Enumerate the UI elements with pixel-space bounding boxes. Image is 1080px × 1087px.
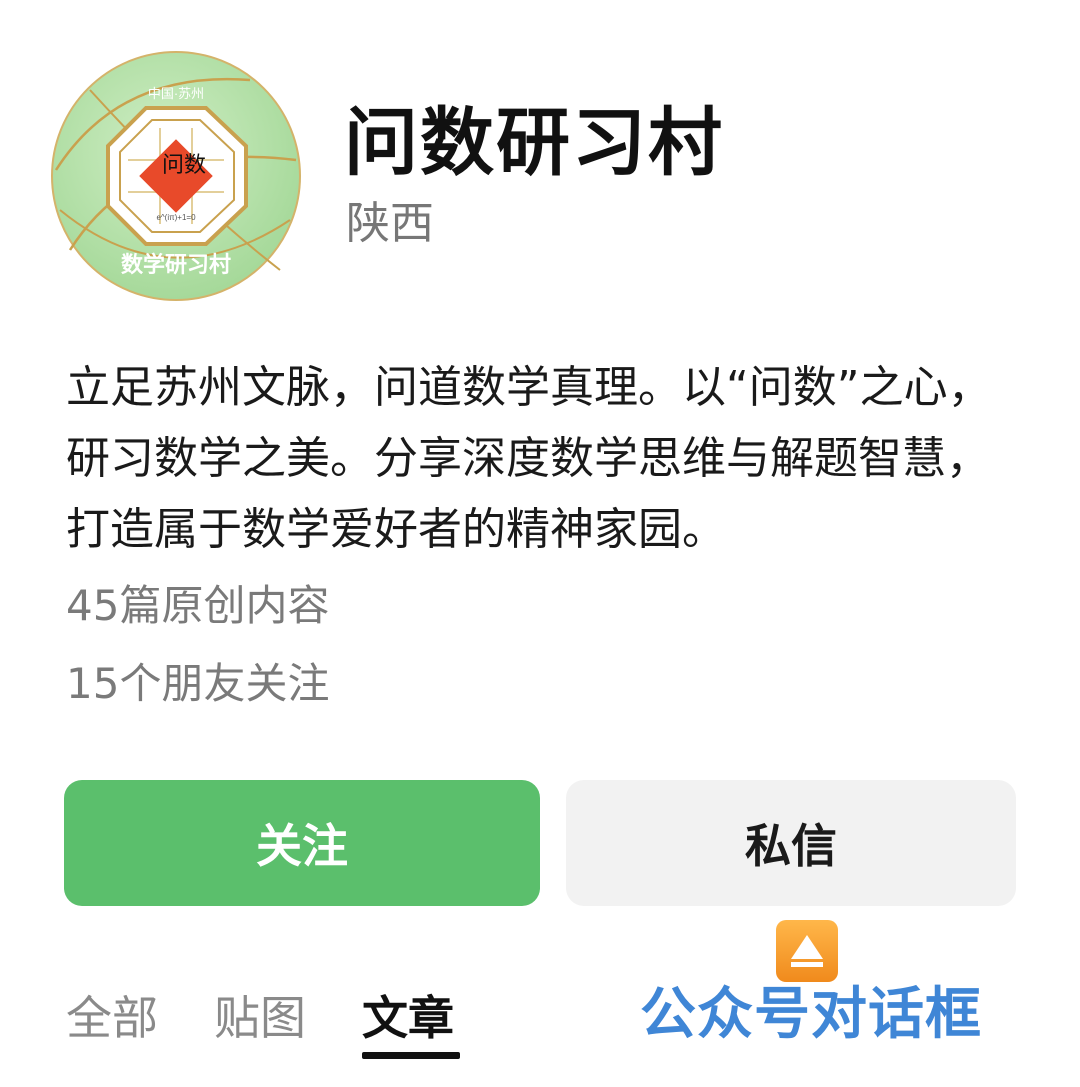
active-tab-indicator — [362, 1052, 460, 1059]
avatar-formula-text: e^(iπ)+1=0 — [156, 213, 196, 222]
avatar-seal-text: 问数 — [162, 153, 206, 178]
annotation-text: 公众号对话框 — [640, 982, 982, 1047]
account-name: 问数研习村 — [344, 100, 724, 186]
message-button[interactable]: 私信 — [566, 780, 1016, 906]
friends-following-count[interactable]: 15个朋友关注 — [66, 656, 329, 712]
account-region: 陕西 — [346, 198, 434, 249]
message-button-label: 私信 — [745, 819, 837, 873]
tab-articles[interactable]: 文章 — [362, 988, 454, 1048]
avatar-logo-icon: 问数 中国·苏州 数学研习村 e^(iπ)+1=0 — [51, 51, 301, 301]
up-arrow-icon — [776, 920, 838, 982]
follow-button[interactable]: 关注 — [64, 780, 540, 906]
avatar-ring-bottom-text: 数学研习村 — [121, 252, 231, 277]
avatar[interactable]: 问数 中国·苏州 数学研习村 e^(iπ)+1=0 — [50, 50, 302, 302]
avatar-ring-top-text: 中国·苏州 — [148, 86, 204, 101]
tab-pictures[interactable]: 贴图 — [214, 988, 306, 1048]
profile-page: 问数 中国·苏州 数学研习村 e^(iπ)+1=0 问数研习村 陕西 立足苏州文… — [0, 0, 1080, 1087]
follow-button-label: 关注 — [256, 819, 348, 873]
tab-all[interactable]: 全部 — [66, 988, 158, 1048]
account-description: 立足苏州文脉，问道数学真理。以“问数”之心，研习数学之美。分享深度数学思维与解题… — [66, 362, 992, 555]
original-articles-count[interactable]: 45篇原创内容 — [66, 578, 329, 634]
